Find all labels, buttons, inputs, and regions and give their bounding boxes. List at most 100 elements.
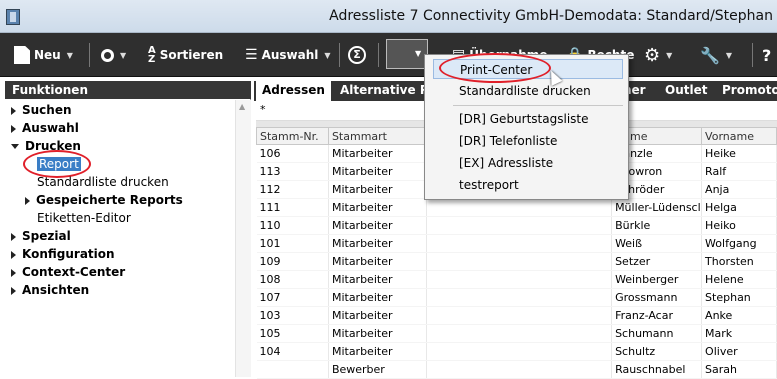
menu-item-telefonliste[interactable]: [DR] Telefonliste	[433, 131, 623, 151]
sigma-button[interactable]: Σ	[348, 41, 366, 69]
table-cell: Mitarbeiter	[328, 342, 427, 361]
new-button[interactable]: Neu ▼	[14, 41, 73, 69]
table-cell: Mitarbeiter	[328, 270, 427, 289]
table-cell	[426, 342, 613, 361]
table-row[interactable]: 101 Mitarbeiter Weiß Wolfgang	[256, 234, 777, 253]
collapse-icon	[11, 144, 19, 149]
toolbar-divider	[89, 43, 90, 67]
table-cell: 113	[256, 162, 329, 181]
table-cell: Schumann	[611, 324, 703, 343]
tab-promoto[interactable]: Promoto	[716, 81, 777, 101]
table-cell	[426, 252, 613, 271]
table-cell: Mitarbeiter	[328, 306, 427, 325]
table-cell: Heike	[701, 144, 777, 163]
sidebar-item-ansichten[interactable]: Ansichten	[11, 283, 89, 297]
print-button[interactable]: ▼	[386, 39, 428, 69]
menu-item-geburtstagsliste[interactable]: [DR] Geburtstagsliste	[433, 109, 623, 129]
highlight-ellipse	[23, 150, 91, 178]
table-cell: Mitarbeiter	[328, 144, 427, 163]
sidebar-item-label: Ansichten	[22, 283, 90, 297]
selection-button-label: Auswahl	[261, 48, 319, 62]
table-cell: 109	[256, 252, 329, 271]
table-cell: Mark	[701, 324, 777, 343]
table-cell: Weinberger	[611, 270, 703, 289]
table-cell: Mitarbeiter	[328, 252, 427, 271]
table-row[interactable]: 105 Mitarbeiter Schumann Mark	[256, 324, 777, 343]
selection-button[interactable]: ☰ Auswahl ▼	[245, 41, 331, 69]
table-cell: Thorsten	[701, 252, 777, 271]
sort-az-icon: AZ	[148, 45, 156, 65]
tab-alternative[interactable]: Alternative P	[334, 81, 435, 101]
highlight-ellipse	[439, 53, 551, 83]
sidebar-item-label: Suchen	[22, 103, 72, 117]
print-dropdown-menu: Print-Center Standardliste drucken [DR] …	[424, 53, 629, 200]
menu-item-adressliste[interactable]: [EX] Adressliste	[433, 153, 623, 173]
table-cell: Franz-Acar	[611, 306, 703, 325]
wrench-icon: 🔧	[700, 45, 720, 65]
app-icon	[6, 9, 20, 25]
window-title: Adressliste 7 Connectivity GmbH-Demodata…	[329, 8, 773, 24]
settings-button[interactable]: ⚙ ▼	[644, 41, 672, 69]
tools-button[interactable]: 🔧 ▼	[700, 41, 732, 69]
table-cell: Bewerber	[328, 360, 427, 379]
selection-list-icon: ☰	[245, 47, 258, 63]
table-cell: Müller-Lüdenscl	[611, 198, 703, 217]
sidebar-item-etiketten-editor[interactable]: Etiketten-Editor	[37, 211, 131, 225]
table-row[interactable]: 110 Mitarbeiter Bürkle Heiko	[256, 216, 777, 235]
chevron-down-icon: ▼	[324, 50, 331, 60]
sidebar-item-label: Context-Center	[22, 265, 126, 279]
table-cell: Anja	[701, 180, 777, 199]
sidebar-item-spezial[interactable]: Spezial	[11, 229, 71, 243]
table-row[interactable]: 104 Mitarbeiter Schultz Oliver	[256, 342, 777, 361]
sidebar-item-context-center[interactable]: Context-Center	[11, 265, 125, 279]
table-row[interactable]: 108 Mitarbeiter Weinberger Helene	[256, 270, 777, 289]
expand-icon	[11, 232, 16, 241]
table-cell: Helga	[701, 198, 777, 217]
sidebar-item-suchen[interactable]: Suchen	[11, 103, 72, 117]
sidebar-item-gespeicherte-reports[interactable]: Gespeicherte Reports	[25, 193, 183, 207]
table-cell: Rauschnabel	[611, 360, 703, 379]
help-button[interactable]: ?	[762, 41, 771, 69]
sidebar-item-label: Auswahl	[22, 121, 79, 135]
table-row[interactable]: 107 Mitarbeiter Grossmann Stephan	[256, 288, 777, 307]
table-cell: 103	[256, 306, 329, 325]
expand-icon	[11, 106, 16, 115]
scroll-up-icon[interactable]: ▲	[239, 102, 245, 111]
tab-outlet[interactable]: Outlet	[659, 81, 713, 101]
sidebar-item-konfiguration[interactable]: Konfiguration	[11, 247, 115, 261]
tab-adressen[interactable]: Adressen	[256, 81, 331, 101]
sidebar-item-auswahl[interactable]: Auswahl	[11, 121, 79, 135]
column-header-stamm-nr[interactable]: Stamm-Nr.	[256, 127, 329, 145]
chevron-down-icon: ▼	[415, 49, 422, 58]
table-cell: Bürkle	[611, 216, 703, 235]
table-cell	[426, 324, 613, 343]
table-row[interactable]: Bewerber Rauschnabel Sarah	[256, 360, 777, 379]
table-row[interactable]: 103 Mitarbeiter Franz-Acar Anke	[256, 306, 777, 325]
table-cell: Sarah	[701, 360, 777, 379]
functions-header: Funktionen	[5, 81, 251, 99]
table-cell: 112	[256, 180, 329, 199]
table-row[interactable]: 111 Mitarbeiter Müller-Lüdenscl Helga	[256, 198, 777, 217]
sort-button[interactable]: AZ Sortieren	[148, 41, 223, 69]
column-header-vorname[interactable]: Vorname	[701, 127, 777, 145]
sidebar-item-label: Standardliste drucken	[37, 175, 169, 189]
table-cell: Weiß	[611, 234, 703, 253]
table-cell: Mitarbeiter	[328, 324, 427, 343]
sidebar-item-standardliste[interactable]: Standardliste drucken	[37, 175, 169, 189]
table-cell: 110	[256, 216, 329, 235]
menu-item-standardliste[interactable]: Standardliste drucken	[433, 81, 623, 101]
table-cell: Mitarbeiter	[328, 180, 427, 199]
table-cell: 107	[256, 288, 329, 307]
expand-icon	[25, 196, 30, 205]
table-row[interactable]: 109 Mitarbeiter Setzer Thorsten	[256, 252, 777, 271]
column-header-stammart[interactable]: Stammart	[327, 127, 427, 145]
search-button[interactable]: ▼	[101, 41, 126, 69]
menu-item-testreport[interactable]: testreport	[433, 175, 623, 195]
sidebar-item-label: Etiketten-Editor	[37, 211, 131, 225]
new-button-label: Neu	[34, 48, 61, 62]
table-cell: Mitarbeiter	[328, 234, 427, 253]
table-cell: Mitarbeiter	[328, 288, 427, 307]
table-cell: Schultz	[611, 342, 703, 361]
sidebar-scrollbar[interactable]: ▲	[235, 100, 251, 377]
table-cell	[256, 360, 329, 379]
